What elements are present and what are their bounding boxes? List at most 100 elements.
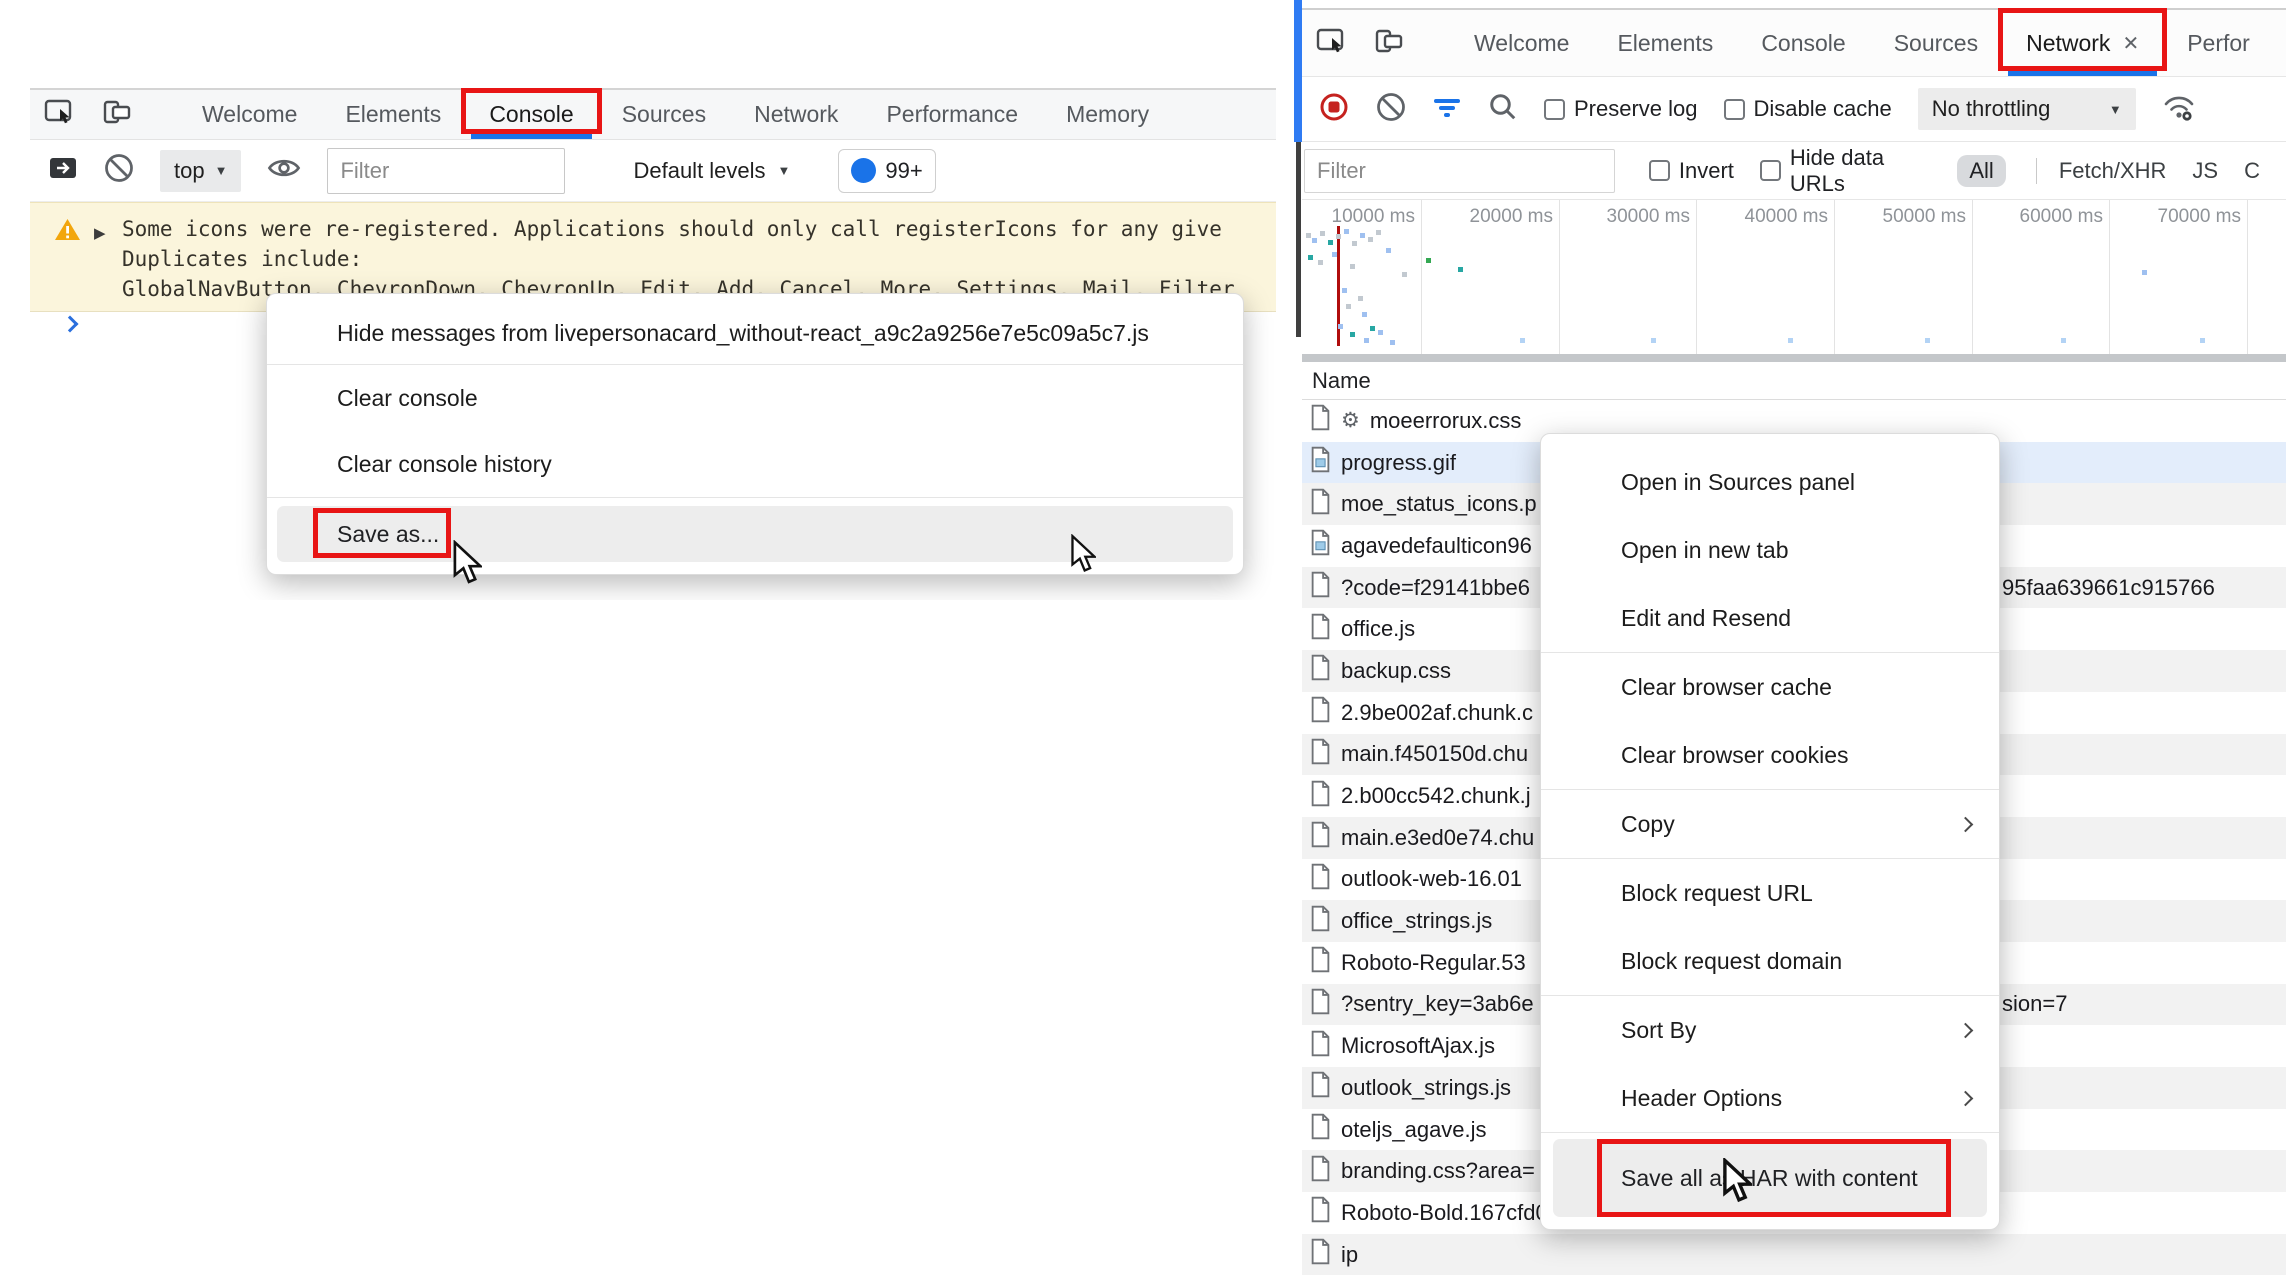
file-icon (1310, 1238, 1331, 1271)
requests-table-header[interactable]: Name (1302, 362, 2286, 400)
request-name: office_strings.js (1341, 908, 1492, 934)
inspect-icon[interactable] (44, 99, 74, 130)
menu-item-hide-messages-from-livepersonacard-without-react-a9c2a9256e7e5c09a5c7-js[interactable]: Hide messages from livepersonacard_witho… (267, 302, 1243, 364)
file-icon (1310, 1071, 1331, 1104)
tab-welcome[interactable]: Welcome (1450, 10, 1593, 76)
expand-triangle-icon[interactable]: ▶ (94, 219, 106, 249)
request-activity-dot (1390, 340, 1395, 345)
request-name: main.f450150d.chu (1341, 741, 1528, 767)
request-name: MicrosoftAjax.js (1341, 1033, 1495, 1059)
file-icon (1310, 404, 1331, 437)
tab-welcome[interactable]: Welcome (178, 90, 321, 139)
tab-network[interactable]: Network✕ (2002, 10, 2163, 76)
console-filter-input[interactable] (327, 148, 565, 194)
issues-badge[interactable]: 99+ (838, 149, 935, 193)
menu-item-clear-browser-cookies[interactable]: Clear browser cookies (1541, 721, 1999, 789)
device-toolbar-icon[interactable] (102, 99, 132, 130)
inspect-icon[interactable] (1316, 28, 1346, 59)
timeline-gridline (1834, 200, 1835, 354)
clear-network-log-icon[interactable] (1376, 92, 1406, 127)
tab-console[interactable]: Console (465, 90, 597, 139)
default-levels-dropdown[interactable]: Default levels ▼ (633, 158, 790, 184)
record-network-log-icon[interactable] (1318, 91, 1350, 128)
checkbox-icon[interactable] (1724, 99, 1745, 120)
menu-item-label: Clear browser cookies (1621, 742, 1849, 769)
hide-data-urls-checkbox[interactable]: Hide data URLs (1760, 145, 1937, 197)
timeline-ruler-label: 30000 ms (1600, 206, 1690, 228)
network-overview-timeline[interactable]: 10000 ms20000 ms30000 ms40000 ms50000 ms… (1302, 200, 2286, 354)
tab-network[interactable]: Network (730, 90, 862, 139)
menu-item-open-in-new-tab[interactable]: Open in new tab (1541, 516, 1999, 584)
warning-line-1: Some icons were re-registered. Applicati… (122, 214, 1222, 244)
menu-item-label: Block request domain (1621, 948, 1842, 975)
tab-label: Sources (622, 101, 706, 128)
timeline-gridline (1696, 200, 1697, 354)
menu-item-copy[interactable]: Copy (1541, 790, 1999, 858)
request-activity-dot (1342, 288, 1347, 293)
request-activity-dot (1338, 324, 1343, 329)
request-url-fragment: 95faa639661c915766 (2002, 575, 2215, 601)
request-name: 2.9be002af.chunk.c (1341, 700, 1533, 726)
type-filter-c[interactable]: C (2244, 158, 2260, 184)
throttling-dropdown[interactable]: No throttling ▼ (1918, 88, 2136, 130)
preserve-log-checkbox[interactable]: Preserve log (1544, 96, 1698, 122)
request-activity-dot (1320, 231, 1325, 236)
tab-label: Performance (886, 101, 1018, 128)
menu-item-label: Edit and Resend (1621, 605, 1791, 632)
type-filter-fetch-xhr[interactable]: Fetch/XHR (2059, 158, 2167, 184)
network-conditions-icon[interactable] (2162, 91, 2196, 128)
request-activity-dot (1352, 241, 1357, 246)
checkbox-icon[interactable] (1649, 160, 1670, 181)
tab-performance[interactable]: Performance (862, 90, 1042, 139)
menu-item-open-in-sources-panel[interactable]: Open in Sources panel (1541, 448, 1999, 516)
live-expression-eye-icon[interactable] (267, 155, 301, 186)
checkbox-icon[interactable] (1544, 99, 1565, 120)
clear-console-icon[interactable] (104, 153, 134, 188)
javascript-context-dropdown[interactable]: top ▼ (160, 150, 241, 192)
menu-item-sort-by[interactable]: Sort By (1541, 996, 1999, 1064)
tab-perfor[interactable]: Perfor (2163, 10, 2274, 76)
checkbox-icon[interactable] (1760, 160, 1781, 181)
tab-console[interactable]: Console (1737, 10, 1869, 76)
divider (2036, 158, 2037, 184)
request-activity-dot (1306, 233, 1311, 238)
console-sidebar-icon[interactable] (48, 155, 78, 186)
tab-sources[interactable]: Sources (598, 90, 730, 139)
console-tabs: WelcomeElementsConsole Sources Network Perf… (178, 90, 1173, 139)
file-icon (1310, 863, 1331, 896)
name-column-header[interactable]: Name (1312, 368, 1371, 394)
menu-item-edit-and-resend[interactable]: Edit and Resend (1541, 584, 1999, 652)
tab-memory[interactable]: Memory (1042, 90, 1173, 139)
menu-item-label: Save as... (337, 521, 439, 548)
type-filter-all[interactable]: All (1957, 155, 2005, 187)
warning-line-2: Duplicates include: (122, 244, 362, 274)
menu-item-clear-console[interactable]: Clear console (267, 365, 1243, 431)
invert-checkbox[interactable]: Invert (1649, 158, 1734, 184)
disable-cache-checkbox[interactable]: Disable cache (1724, 96, 1892, 122)
file-icon (1310, 988, 1331, 1021)
request-name: office.js (1341, 616, 1415, 642)
tab-elements[interactable]: Elements (1593, 10, 1737, 76)
menu-item-block-request-url[interactable]: Block request URL (1541, 859, 1999, 927)
tab-sources[interactable]: Sources (1870, 10, 2002, 76)
filter-icon[interactable] (1432, 94, 1462, 125)
request-activity-dot (1350, 332, 1355, 337)
network-filter-input[interactable] (1304, 149, 1615, 193)
menu-item-clear-console-history[interactable]: Clear console history (267, 431, 1243, 497)
menu-item-label: Copy (1621, 811, 1675, 838)
menu-item-block-request-domain[interactable]: Block request domain (1541, 927, 1999, 995)
close-tab-icon[interactable]: ✕ (2122, 31, 2139, 56)
console-prompt-chevron-icon[interactable] (62, 316, 79, 333)
request-row-ip[interactable]: ip (1302, 1234, 2286, 1276)
network-context-menu: Open in Sources panelOpen in new tab Edit… (1540, 433, 2000, 1230)
search-icon[interactable] (1488, 92, 1518, 127)
request-activity-dot (1368, 237, 1373, 242)
menu-item-clear-browser-cache[interactable]: Clear browser cache (1541, 653, 1999, 721)
device-toolbar-icon[interactable] (1374, 28, 1404, 59)
menu-item-save-all-as-har-with-content[interactable]: Save all as HAR with content (1553, 1139, 1987, 1217)
menu-item-header-options[interactable]: Header Options (1541, 1064, 1999, 1132)
type-filter-js[interactable]: JS (2192, 158, 2218, 184)
tab-elements[interactable]: Elements (321, 90, 465, 139)
request-activity-dot (1651, 338, 1656, 343)
request-activity-dot (1308, 255, 1313, 260)
